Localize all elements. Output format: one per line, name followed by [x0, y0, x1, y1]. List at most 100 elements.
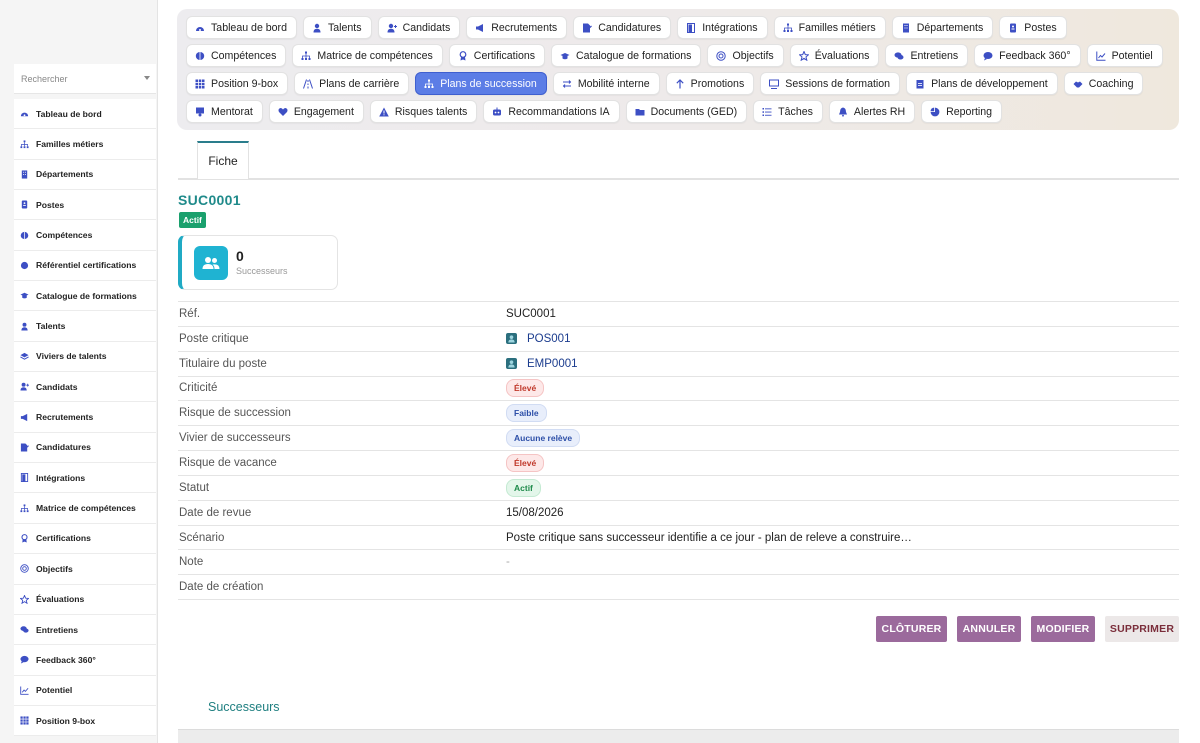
sidebar-item-label: Objectifs: [36, 563, 73, 574]
sidebar-item-postes[interactable]: Postes: [14, 190, 156, 221]
nav-chip-mentorat[interactable]: Mentorat: [186, 100, 263, 123]
nav-chip-catalogue-de-formations[interactable]: Catalogue de formations: [551, 44, 702, 67]
sidebar-item-potentiel[interactable]: Potentiel: [14, 676, 156, 706]
nav-chip-plans-de-succession[interactable]: Plans de succession: [415, 72, 547, 95]
nav-chip-label: Plans de succession: [440, 77, 537, 90]
sidebar-item-certifications[interactable]: Certifications: [14, 524, 156, 555]
sidebar-item-tableau-de-bord[interactable]: Tableau de bord: [14, 99, 156, 130]
nav-chip-talents[interactable]: Talents: [302, 16, 372, 39]
clipboard-icon: [915, 79, 925, 89]
nav-chip-position-9-box[interactable]: Position 9-box: [186, 72, 289, 95]
nav-chip-integrations[interactable]: Intégrations: [677, 16, 768, 39]
detail-label: Risque de succession: [179, 407, 291, 420]
nav-chip-label: Potentiel: [1111, 49, 1153, 62]
detail-row: Risque de vacance Élevé: [178, 451, 1179, 476]
nav-chip-risques-talents[interactable]: Risques talents: [369, 100, 478, 123]
status-pill: Élevé: [506, 453, 545, 472]
sidebar-item-label: Entretiens: [36, 624, 79, 635]
nav-chip-promotions[interactable]: Promotions: [665, 72, 755, 95]
nav-chip-tableau-de-bord[interactable]: Tableau de bord: [186, 16, 297, 39]
nav-chip-taches[interactable]: Tâches: [753, 100, 823, 123]
nav-chip-reporting[interactable]: Reporting: [921, 100, 1003, 123]
nav-chip-matrice-de-competences[interactable]: Matrice de compétences: [292, 44, 443, 67]
users-icon: [194, 246, 228, 280]
nav-chip-departements[interactable]: Départements: [891, 16, 994, 39]
nav-chip-evaluations[interactable]: Évaluations: [789, 44, 880, 67]
sidebar-item-viviers-de-talents[interactable]: Viviers de talents: [14, 342, 156, 373]
sidebar-item-departements[interactable]: Départements: [14, 160, 156, 191]
sidebar-item-position-9-box[interactable]: Position 9-box: [14, 706, 156, 737]
nav-chip-alertes-rh[interactable]: Alertes RH: [828, 100, 916, 123]
nav-chip-potentiel[interactable]: Potentiel: [1086, 44, 1163, 67]
sidebar-item-feedback-360[interactable]: Feedback 360°: [14, 645, 156, 676]
record-link[interactable]: EMP0001: [506, 358, 578, 370]
nav-chip-feedback-360[interactable]: Feedback 360°: [974, 44, 1081, 67]
sidebar-item-integrations[interactable]: Intégrations: [14, 463, 156, 494]
detail-label: Scénario: [179, 531, 225, 544]
nav-chip-plans-de-carriere[interactable]: Plans de carrière: [294, 72, 410, 95]
sidebar-item-label: Certifications: [36, 533, 91, 544]
sidebar-item-evaluations[interactable]: Évaluations: [14, 585, 156, 615]
graduation-cap-icon: [560, 51, 570, 61]
nav-chip-label: Plans de développement: [931, 77, 1048, 90]
nav-chip-documents-ged[interactable]: Documents (GED): [625, 100, 748, 123]
sidebar-item-candidatures[interactable]: Candidatures: [14, 433, 156, 464]
nav-chip-certifications[interactable]: Certifications: [448, 44, 546, 67]
sidebar-item-objectifs[interactable]: Objectifs: [14, 554, 156, 585]
close-record-button[interactable]: CLÔTURER: [876, 616, 947, 642]
record-link-icon: [506, 333, 517, 345]
edit-button[interactable]: MODIFIER: [1031, 616, 1095, 642]
sidebar-item-familles-metiers[interactable]: Familles métiers: [14, 129, 156, 160]
nav-chip-mobilite-interne[interactable]: Mobilité interne: [552, 72, 660, 95]
nav-chip-label: Candidats: [402, 21, 451, 34]
nav-chip-objectifs[interactable]: Objectifs: [707, 44, 784, 67]
nav-chip-label: Recommandations IA: [508, 105, 610, 118]
sidebar-item-entretiens[interactable]: Entretiens: [14, 615, 156, 646]
sidebar-item-competences[interactable]: Compétences: [14, 220, 156, 251]
nav-chip-postes[interactable]: Postes: [999, 16, 1067, 39]
nav-chip-entretiens[interactable]: Entretiens: [885, 44, 969, 67]
detail-row: Scénario Poste critique sans successeur i…: [178, 526, 1179, 551]
sidebar-item-recrutements[interactable]: Recrutements: [14, 402, 156, 433]
detail-label: Statut: [179, 481, 210, 494]
record-link[interactable]: POS001: [506, 333, 570, 345]
detail-row: Titulaire du poste EMP0001: [178, 352, 1179, 377]
detail-row: Statut Actif: [178, 476, 1179, 501]
delete-button[interactable]: SUPPRIMER: [1105, 616, 1179, 642]
detail-label: Date de création: [179, 581, 264, 594]
status-pill: Élevé: [506, 379, 545, 398]
sidebar-item-label: Position 9-box: [36, 715, 96, 726]
tab-fiche[interactable]: Fiche: [197, 141, 249, 179]
nav-chip-candidats[interactable]: Candidats: [377, 16, 461, 39]
nav-chip-coaching[interactable]: Coaching: [1063, 72, 1144, 95]
nav-chip-competences[interactable]: Compétences: [186, 44, 287, 67]
successors-label: Successeurs: [236, 266, 288, 276]
detail-value-text: -: [506, 556, 510, 569]
sidebar-item-talents[interactable]: Talents: [14, 311, 156, 342]
comment-icon: [20, 655, 29, 664]
target-icon: [716, 50, 727, 61]
cancel-record-button[interactable]: ANNULER: [957, 616, 1021, 642]
sidebar-search-select[interactable]: Rechercher: [14, 64, 156, 94]
sidebar-item-referentiel-certifications[interactable]: Référentiel certifications: [14, 251, 156, 282]
sidebar-item-label: Départements: [36, 169, 94, 180]
file-signature-icon: [582, 23, 593, 33]
nav-chip-label: Matrice de compétences: [317, 49, 433, 62]
detail-label: Note: [179, 556, 204, 569]
nav-chip-recommandations-ia[interactable]: Recommandations IA: [483, 100, 620, 123]
sidebar-item-label: Matrice de compétences: [36, 503, 136, 514]
sidebar-item-catalogue-de-formations[interactable]: Catalogue de formations: [14, 281, 156, 312]
sidebar-item-matrice-de-competences[interactable]: Matrice de compétences: [14, 493, 156, 524]
nav-chip-sessions-de-formation[interactable]: Sessions de formation: [760, 72, 901, 95]
detail-label: Réf.: [179, 307, 201, 320]
sidebar-item-candidats[interactable]: Candidats: [14, 372, 156, 403]
award-icon: [458, 50, 468, 61]
robot-icon: [492, 107, 502, 117]
nav-chip-recrutements[interactable]: Recrutements: [466, 16, 568, 39]
nav-chip-engagement[interactable]: Engagement: [268, 100, 364, 123]
sidebar-item-label: Recrutements: [36, 412, 94, 423]
module-nav-panel: Tableau de bord Talents Candidats Recruteme…: [177, 9, 1179, 130]
nav-chip-familles-metiers[interactable]: Familles métiers: [773, 16, 886, 39]
nav-chip-candidatures[interactable]: Candidatures: [573, 16, 672, 39]
nav-chip-plans-de-developpement[interactable]: Plans de développement: [906, 72, 1058, 95]
